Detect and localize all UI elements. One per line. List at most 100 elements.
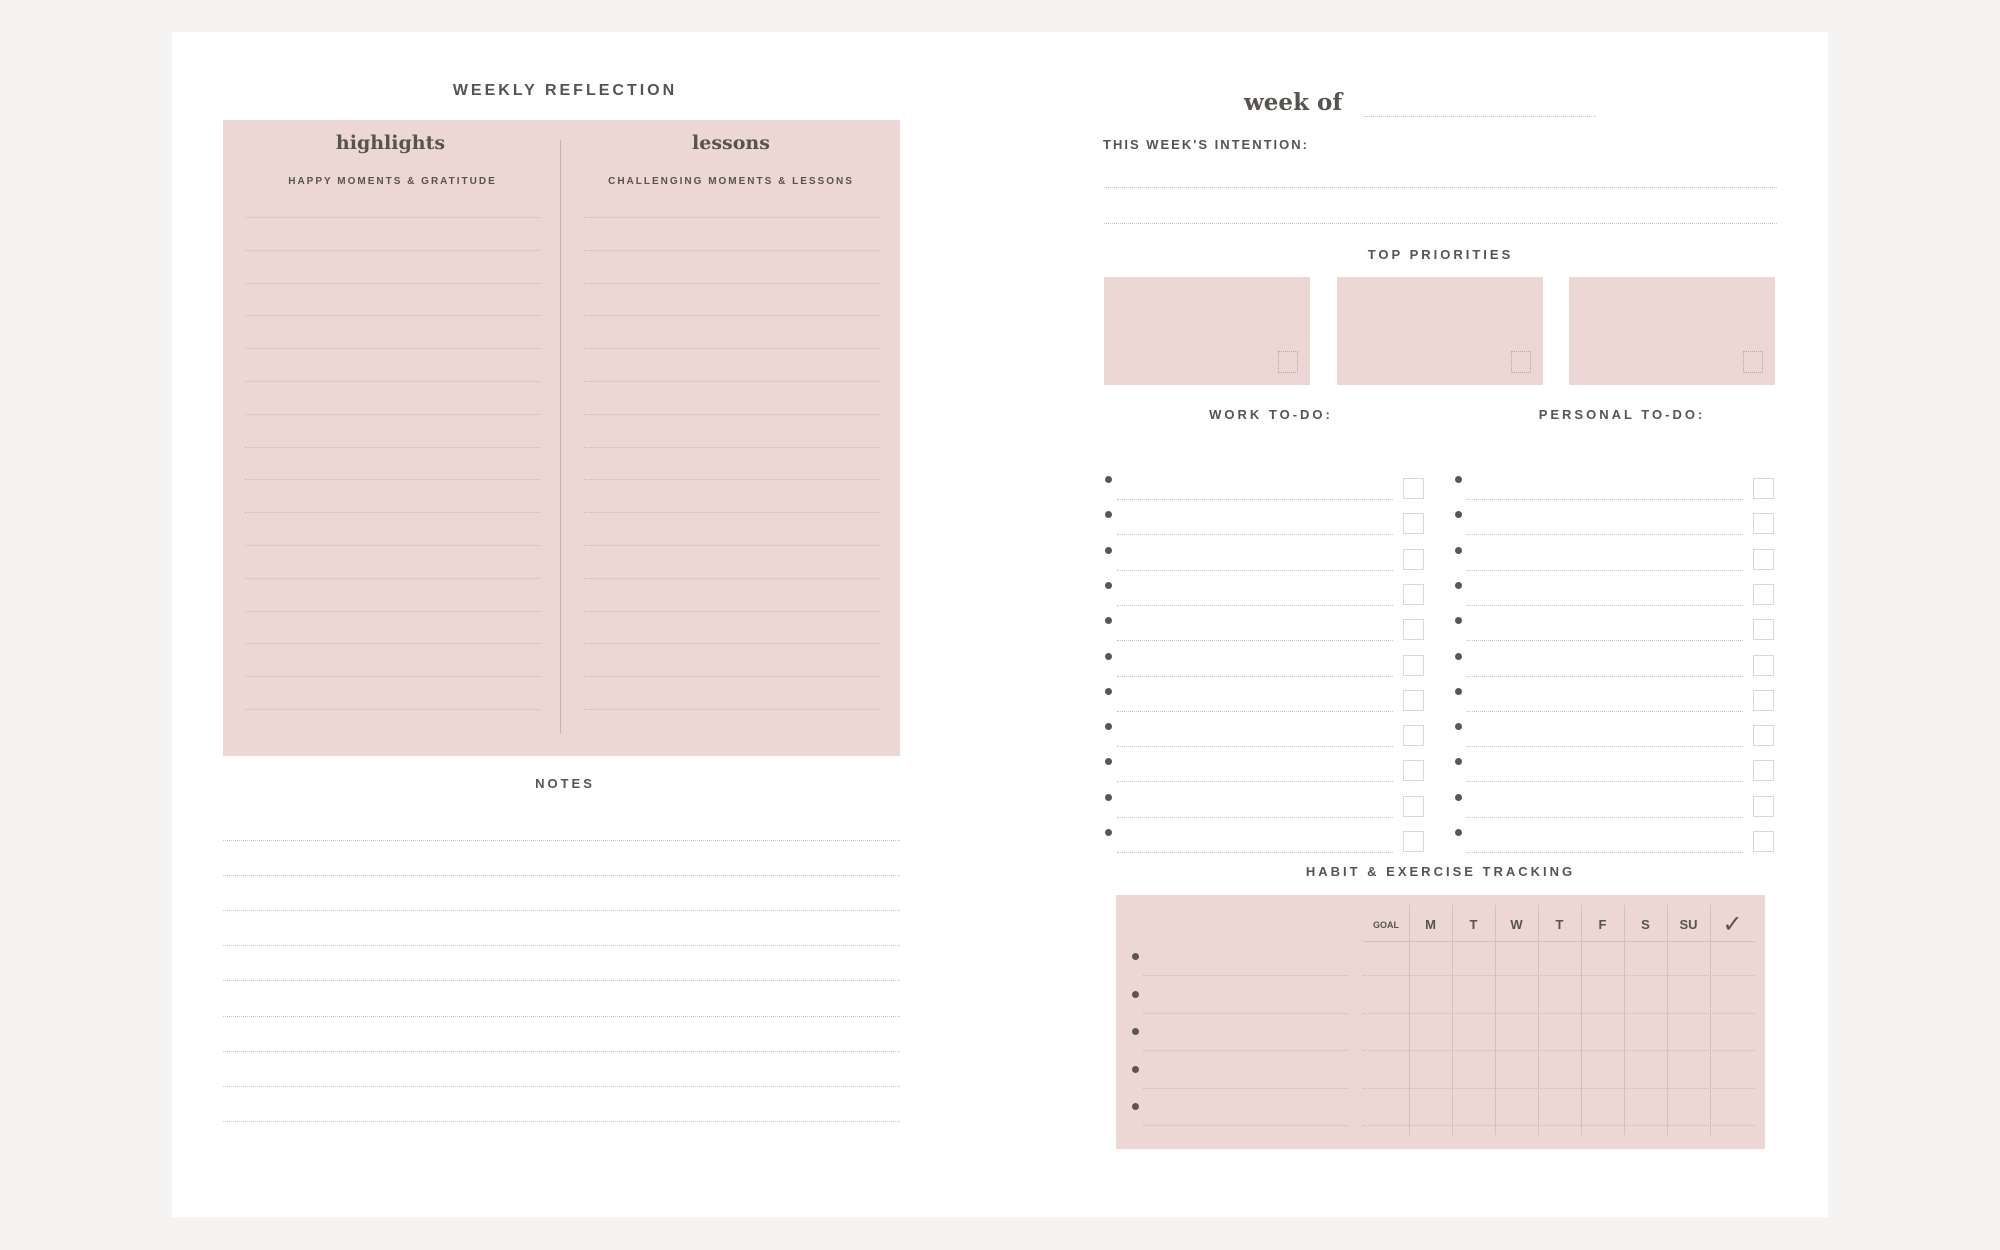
writing-line[interactable] [584,348,880,350]
writing-line[interactable] [245,676,541,678]
priority-box-2[interactable] [1337,277,1543,385]
personal-todo-checkbox[interactable] [1753,619,1774,641]
habit-name-line[interactable] [1143,1125,1349,1127]
notes-line[interactable] [223,875,900,877]
writing-line[interactable] [245,709,541,710]
personal-todo-checkbox[interactable] [1753,725,1774,747]
writing-line[interactable] [245,643,541,645]
habit-name-line[interactable] [1143,1050,1349,1052]
work-todo-line[interactable] [1117,534,1393,536]
personal-todo-line[interactable] [1467,675,1743,677]
personal-todo-checkbox[interactable] [1753,795,1774,817]
writing-line[interactable] [584,249,880,251]
bullet-icon [1455,652,1462,660]
writing-line[interactable] [584,217,880,218]
work-todo-line[interactable] [1117,675,1393,677]
personal-todo-checkbox[interactable] [1753,689,1774,711]
personal-todo-checkbox[interactable] [1753,654,1774,676]
writing-line[interactable] [584,446,880,448]
work-todo-checkbox[interactable] [1403,619,1424,641]
writing-line[interactable] [584,381,880,382]
personal-todo-line[interactable] [1467,746,1743,748]
writing-line[interactable] [245,610,541,612]
work-todo-line[interactable] [1117,640,1393,642]
work-todo-line[interactable] [1117,499,1393,500]
bullet-icon [1455,546,1462,554]
writing-line[interactable] [584,577,880,579]
writing-line[interactable] [584,610,880,612]
personal-todo-line[interactable] [1467,534,1743,536]
notes-line[interactable] [223,945,900,947]
work-todo-line[interactable] [1117,569,1393,571]
personal-todo-checkbox[interactable] [1753,478,1774,499]
notes-line[interactable] [223,910,900,912]
bullet-icon [1455,617,1462,625]
writing-line[interactable] [584,545,880,546]
work-todo-line[interactable] [1117,852,1393,853]
writing-line[interactable] [245,315,541,317]
writing-line[interactable] [245,512,541,514]
writing-line[interactable] [245,282,541,284]
personal-todo-checkbox[interactable] [1753,831,1774,852]
work-todo-checkbox[interactable] [1403,760,1424,782]
personal-todo-checkbox[interactable] [1753,513,1774,535]
habit-name-line[interactable] [1143,1012,1349,1014]
writing-line[interactable] [584,676,880,678]
work-todo-checkbox[interactable] [1403,689,1424,711]
writing-line[interactable] [245,249,541,251]
writing-line[interactable] [584,413,880,415]
personal-todo-checkbox[interactable] [1753,760,1774,782]
personal-todo-line[interactable] [1467,569,1743,571]
writing-line[interactable] [584,315,880,317]
notes-line[interactable] [223,840,900,841]
personal-todo-line[interactable] [1467,710,1743,712]
work-todo-checkbox[interactable] [1403,548,1424,570]
writing-line[interactable] [245,577,541,579]
writing-line[interactable] [245,545,541,546]
priority-box-1[interactable] [1104,277,1310,385]
habit-name-line[interactable] [1143,975,1349,976]
notes-line[interactable] [223,1120,900,1122]
writing-line[interactable] [584,512,880,514]
writing-line[interactable] [584,282,880,284]
writing-line[interactable] [245,348,541,350]
work-todo-line[interactable] [1117,781,1393,783]
writing-line[interactable] [245,217,541,218]
personal-todo-line[interactable] [1467,781,1743,783]
writing-line[interactable] [245,446,541,448]
personal-todo-line[interactable] [1467,852,1743,853]
writing-line[interactable] [584,709,880,710]
work-todo-checkbox[interactable] [1403,725,1424,747]
personal-todo-line[interactable] [1467,499,1743,500]
personal-todo-checkbox[interactable] [1753,583,1774,605]
notes-line[interactable] [223,980,900,982]
work-todo-checkbox[interactable] [1403,831,1424,852]
writing-line[interactable] [584,479,880,481]
personal-todo-line[interactable] [1467,604,1743,606]
priority-checkbox[interactable] [1743,351,1763,373]
priority-box-3[interactable] [1569,277,1775,385]
personal-todo-line[interactable] [1467,816,1743,818]
notes-line[interactable] [223,1050,900,1052]
work-todo-checkbox[interactable] [1403,583,1424,605]
priority-checkbox[interactable] [1511,351,1531,373]
personal-todo-checkbox[interactable] [1753,548,1774,570]
work-todo-line[interactable] [1117,746,1393,748]
writing-line[interactable] [245,381,541,382]
priority-checkbox[interactable] [1278,351,1298,373]
work-todo-checkbox[interactable] [1403,795,1424,817]
writing-line[interactable] [584,643,880,645]
writing-line[interactable] [245,413,541,415]
notes-line[interactable] [223,1015,900,1017]
work-todo-checkbox[interactable] [1403,478,1424,499]
notes-line[interactable] [223,1085,900,1087]
work-todo-checkbox[interactable] [1403,654,1424,676]
work-todo-line[interactable] [1117,710,1393,712]
habit-name-line[interactable] [1143,1087,1349,1089]
personal-todo-line[interactable] [1467,640,1743,642]
work-todo-checkbox[interactable] [1403,513,1424,535]
bullet-icon [1455,511,1462,519]
work-todo-line[interactable] [1117,816,1393,818]
work-todo-line[interactable] [1117,604,1393,606]
writing-line[interactable] [245,479,541,481]
